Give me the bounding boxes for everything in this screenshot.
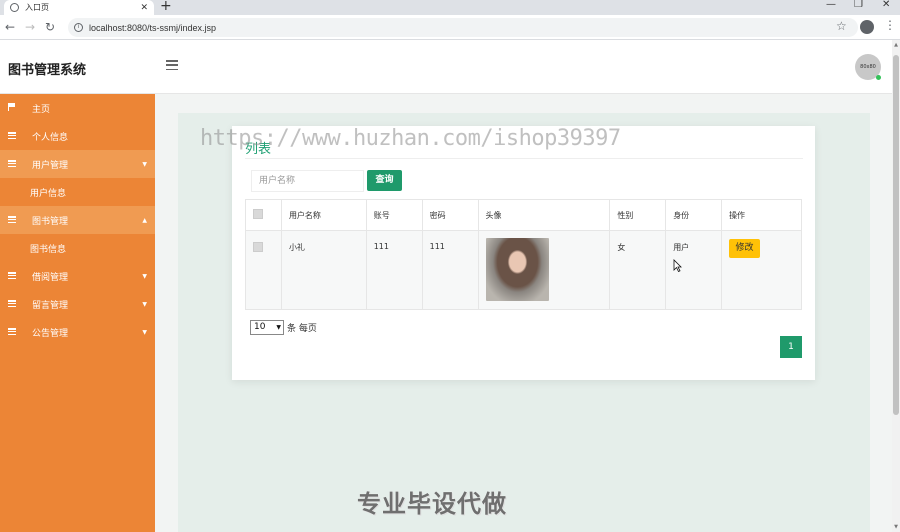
url-text: localhost:8080/ts-ssmj/index.jsp (89, 22, 217, 33)
list-icon (8, 300, 16, 307)
new-tab-button[interactable]: + (160, 0, 172, 14)
page-scrollbar[interactable]: ▲ ▼ (892, 40, 900, 532)
search-button[interactable]: 查询 (367, 170, 402, 191)
list-icon (8, 132, 16, 139)
table-row: 小礼 111 111 女 用户 修改 (245, 230, 802, 310)
column-header: 头像 (477, 199, 611, 231)
cell-avatar (477, 230, 611, 310)
divider (245, 158, 803, 159)
per-page-label: 条 每页 (287, 324, 317, 334)
sidebar-item-book-info[interactable]: 图书信息 (0, 234, 155, 262)
column-header: 密码 (421, 199, 479, 231)
chevron-down-icon: ▼ (276, 324, 281, 331)
list-card: 列表 用户名称 查询 用户名称 账号 密码 头像 性别 身份 操作 小礼 111… (232, 126, 815, 380)
list-icon (8, 216, 16, 223)
chevron-down-icon: ▼ (142, 273, 147, 280)
cell-gender: 女 (609, 230, 667, 310)
chevron-up-icon: ▲ (142, 217, 147, 224)
user-avatar-photo (485, 238, 549, 301)
online-status-dot (876, 75, 881, 80)
cell-action: 修改 (721, 230, 802, 310)
scroll-down-icon[interactable]: ▼ (892, 524, 900, 530)
sidebar-item-label: 用户信息 (30, 188, 67, 199)
sidebar-item-profile[interactable]: 个人信息 (0, 122, 155, 150)
table-header-row: 用户名称 账号 密码 头像 性别 身份 操作 (245, 199, 802, 231)
app-title: 图书管理系统 (8, 63, 87, 78)
sidebar-item-user-info[interactable]: 用户信息 (0, 178, 155, 206)
close-window-button[interactable]: ✕ (882, 0, 890, 10)
sidebar-item-borrow-management[interactable]: 借阅管理 ▼ (0, 262, 155, 290)
column-header: 操作 (721, 199, 802, 231)
sidebar-item-label: 主页 (32, 104, 51, 115)
reload-icon[interactable]: ↻ (40, 20, 60, 34)
chevron-down-icon: ▼ (142, 329, 147, 336)
chevron-down-icon: ▼ (142, 301, 147, 308)
sidebar-item-label: 借阅管理 (32, 272, 69, 283)
pagination-page-button[interactable]: 1 (780, 336, 802, 358)
sidebar-item-home[interactable]: 主页 (0, 94, 155, 122)
tab-close-icon[interactable]: ✕ (140, 3, 148, 13)
cell-username: 小礼 (280, 230, 367, 310)
page-size-value: 10 (254, 322, 266, 332)
cell-password: 111 (421, 230, 479, 310)
minimize-button[interactable]: — (826, 0, 836, 10)
tab-title: 入口页 (25, 3, 49, 12)
forward-icon[interactable]: → (20, 20, 40, 34)
browser-tab-strip: 入口页 ✕ + — ❐ ✕ (0, 0, 900, 15)
address-bar-row: ← → ↻ i localhost:8080/ts-ssmj/index.jsp… (0, 15, 900, 40)
sidebar-item-label: 公告管理 (32, 328, 69, 339)
globe-icon (10, 3, 19, 12)
search-input[interactable]: 用户名称 (251, 170, 364, 192)
row-checkbox[interactable] (253, 242, 263, 252)
scroll-up-icon[interactable]: ▲ (892, 42, 900, 48)
sidebar-item-book-management[interactable]: 图书管理 ▲ (0, 206, 155, 234)
column-header: 用户名称 (280, 199, 367, 231)
url-input[interactable]: i localhost:8080/ts-ssmj/index.jsp (68, 18, 858, 37)
page-size-select[interactable]: 10 ▼ (250, 320, 284, 335)
chevron-down-icon: ▼ (142, 161, 147, 168)
sidebar-item-notice-management[interactable]: 公告管理 ▼ (0, 318, 155, 346)
row-checkbox-cell[interactable] (245, 230, 282, 310)
profile-icon[interactable] (860, 20, 874, 34)
flag-icon (8, 103, 16, 111)
watermark-url: https://www.huzhan.com/ishop39397 (200, 126, 621, 151)
list-icon (8, 160, 16, 167)
select-all-checkbox[interactable] (253, 209, 263, 219)
sidebar-item-user-management[interactable]: 用户管理 ▼ (0, 150, 155, 178)
scrollbar-thumb[interactable] (893, 55, 899, 415)
sidebar: 主页 个人信息 用户管理 ▼ 用户信息 图书管理 ▲ 图书信息 借阅管理 ▼ 留… (0, 94, 155, 532)
app-header: 图书管理系统 80x80 (0, 40, 892, 94)
restore-button[interactable]: ❐ (854, 0, 863, 10)
sidebar-item-label: 图书管理 (32, 216, 69, 227)
menu-kebab-icon[interactable]: ⋮ (884, 18, 896, 32)
sidebar-item-label: 个人信息 (32, 132, 69, 143)
list-icon (8, 328, 16, 335)
column-header: 性别 (609, 199, 667, 231)
sidebar-item-label: 留言管理 (32, 300, 69, 311)
column-header: 账号 (365, 199, 423, 231)
info-icon[interactable]: i (74, 23, 83, 32)
mouse-cursor-icon (673, 259, 682, 272)
sidebar-item-label: 用户管理 (32, 160, 69, 171)
column-header: 身份 (665, 199, 723, 231)
edit-button[interactable]: 修改 (729, 239, 761, 258)
cell-account: 111 (365, 230, 423, 310)
watermark-slogan: 专业毕设代做 (357, 490, 507, 518)
list-icon (8, 272, 16, 279)
sidebar-item-label: 图书信息 (30, 244, 67, 255)
hamburger-menu-icon[interactable] (166, 60, 178, 70)
select-all-checkbox-cell[interactable] (245, 199, 282, 231)
sidebar-item-message-management[interactable]: 留言管理 ▼ (0, 290, 155, 318)
user-table: 用户名称 账号 密码 头像 性别 身份 操作 小礼 111 111 女 用户 修… (245, 199, 802, 310)
back-icon[interactable]: ← (0, 20, 20, 34)
bookmark-star-icon[interactable]: ☆ (836, 19, 847, 33)
browser-tab[interactable]: 入口页 ✕ (4, 0, 154, 15)
